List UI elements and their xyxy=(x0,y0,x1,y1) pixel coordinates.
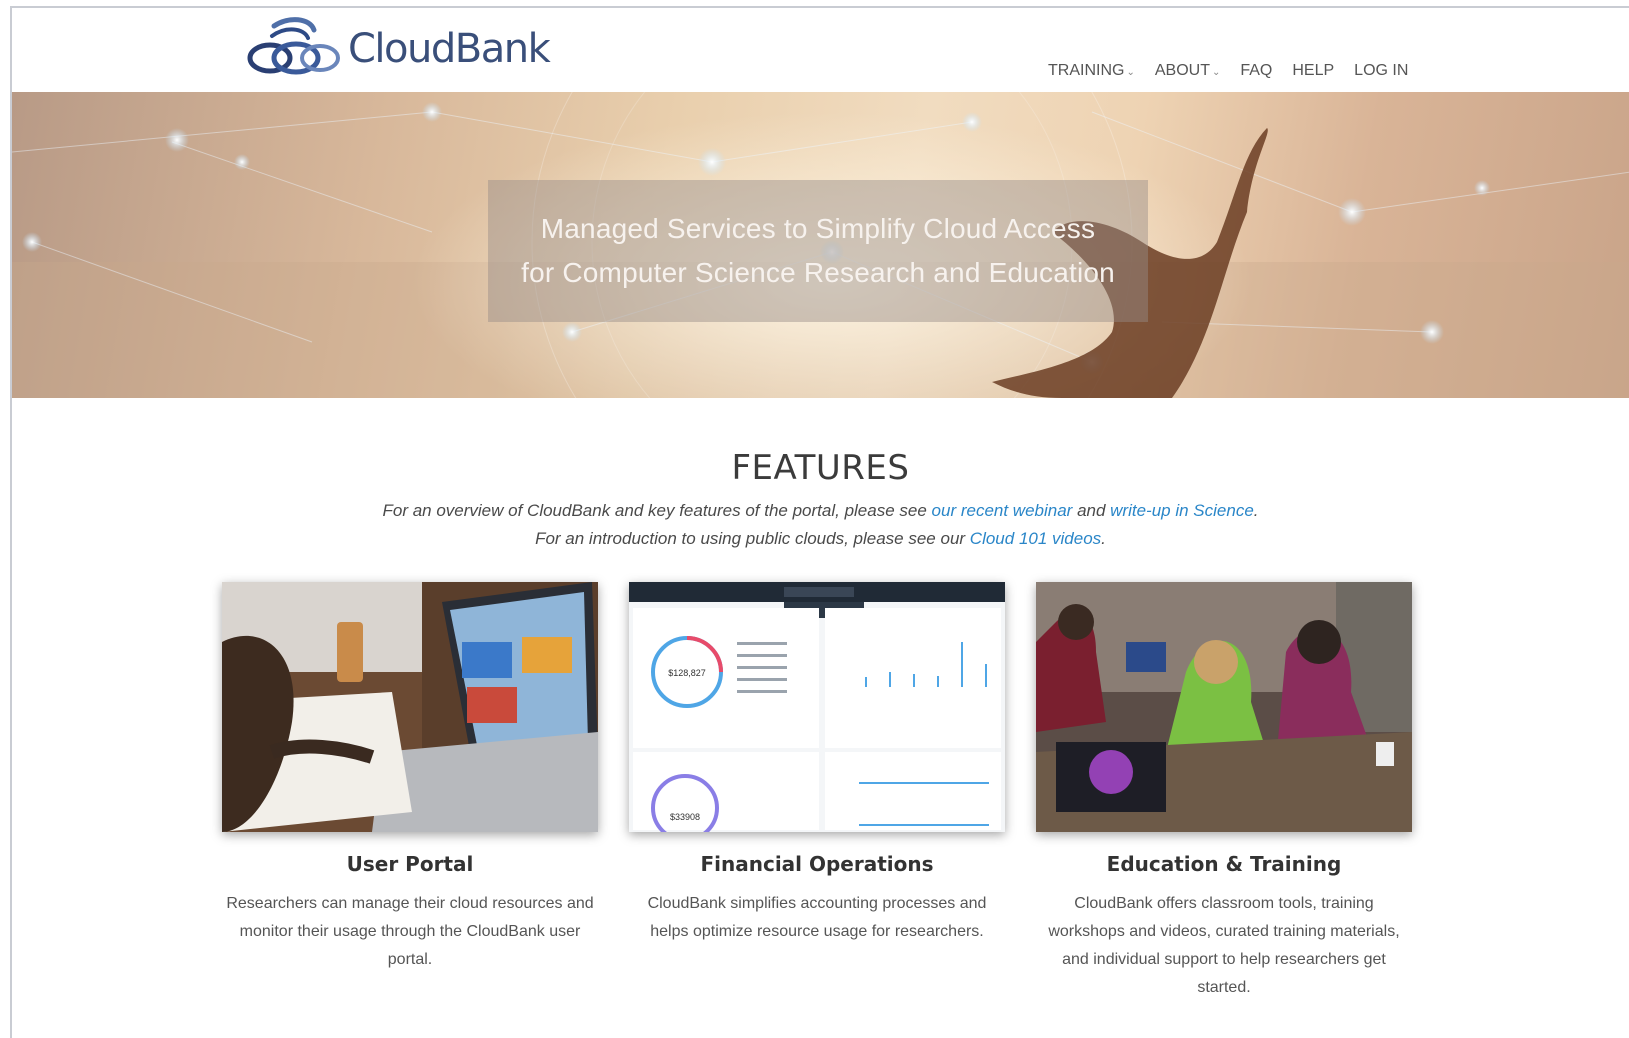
hero-title-box: Managed Services to Simplify Cloud Acces… xyxy=(488,180,1148,322)
nav-faq[interactable]: FAQ xyxy=(1240,62,1272,80)
card-title: User Portal xyxy=(346,852,474,876)
hero-title-line-2: for Computer Science Research and Educat… xyxy=(521,257,1115,288)
features-intro-line-1: For an overview of CloudBank and key fea… xyxy=(12,501,1629,521)
laptop-photo xyxy=(222,582,598,832)
feature-card-user-portal: User Portal Researchers can manage their… xyxy=(222,582,598,974)
nav-about[interactable]: ABOUT ⌄ xyxy=(1155,62,1221,80)
user-portal-image[interactable] xyxy=(222,582,598,832)
nav-training[interactable]: TRAINING ⌄ xyxy=(1048,62,1135,80)
features-heading: FEATURES xyxy=(731,448,910,488)
chevron-down-icon: ⌄ xyxy=(1211,67,1221,78)
intro-text: For an overview of CloudBank and key fea… xyxy=(382,501,932,520)
financial-operations-image[interactable]: $128,827 $33908 xyxy=(629,582,1005,832)
second-cost-value: $33908 xyxy=(670,812,700,822)
webinar-link[interactable]: our recent webinar xyxy=(932,501,1073,520)
card-title: Financial Operations xyxy=(700,852,934,876)
feature-card-education-training: Education & Training CloudBank offers cl… xyxy=(1036,582,1412,1002)
intro-text: For an introduction to using public clou… xyxy=(535,529,970,548)
feature-card-financial-operations: $128,827 $33908 Financial Operations Clo… xyxy=(629,582,1005,946)
chevron-down-icon: ⌄ xyxy=(1126,67,1135,78)
intro-text: . xyxy=(1253,501,1259,520)
cloud-101-videos-link[interactable]: Cloud 101 videos xyxy=(970,529,1101,548)
site-logo[interactable]: CloudBank xyxy=(244,14,551,80)
dashboard-screenshot: $128,827 $33908 xyxy=(629,582,1005,832)
intro-text: and xyxy=(1072,501,1111,520)
education-training-image[interactable] xyxy=(1036,582,1412,832)
hero-title-line-1: Managed Services to Simplify Cloud Acces… xyxy=(540,213,1096,244)
total-cost-value: $128,827 xyxy=(668,668,706,678)
nav-about-label: ABOUT xyxy=(1154,62,1210,79)
hero-banner: Managed Services to Simplify Cloud Acces… xyxy=(12,92,1629,398)
site-header: CloudBank TRAINING ⌄ ABOUT ⌄ FAQ HELP LOG … xyxy=(12,8,1629,92)
card-description: CloudBank offers classroom tools, traini… xyxy=(1048,895,1400,996)
science-writeup-link[interactable]: write-up in Science xyxy=(1110,501,1254,520)
intro-text: . xyxy=(1101,529,1106,548)
main-nav: TRAINING ⌄ ABOUT ⌄ FAQ HELP LOG IN xyxy=(1048,62,1428,80)
nav-training-label: TRAINING xyxy=(1048,62,1125,79)
classroom-photo xyxy=(1036,582,1412,832)
card-description: Researchers can manage their cloud resou… xyxy=(226,895,594,968)
logo-text: CloudBank xyxy=(348,26,551,72)
nav-help[interactable]: HELP xyxy=(1292,62,1334,80)
card-title: Education & Training xyxy=(1106,852,1342,876)
card-description: CloudBank simplifies accounting processe… xyxy=(647,895,987,940)
features-intro-line-2: For an introduction to using public clou… xyxy=(12,529,1629,549)
nav-login[interactable]: LOG IN xyxy=(1354,62,1408,80)
browser-page: CloudBank TRAINING ⌄ ABOUT ⌄ FAQ HELP LOG … xyxy=(10,6,1629,1038)
cloudbank-logo-icon xyxy=(247,17,340,75)
